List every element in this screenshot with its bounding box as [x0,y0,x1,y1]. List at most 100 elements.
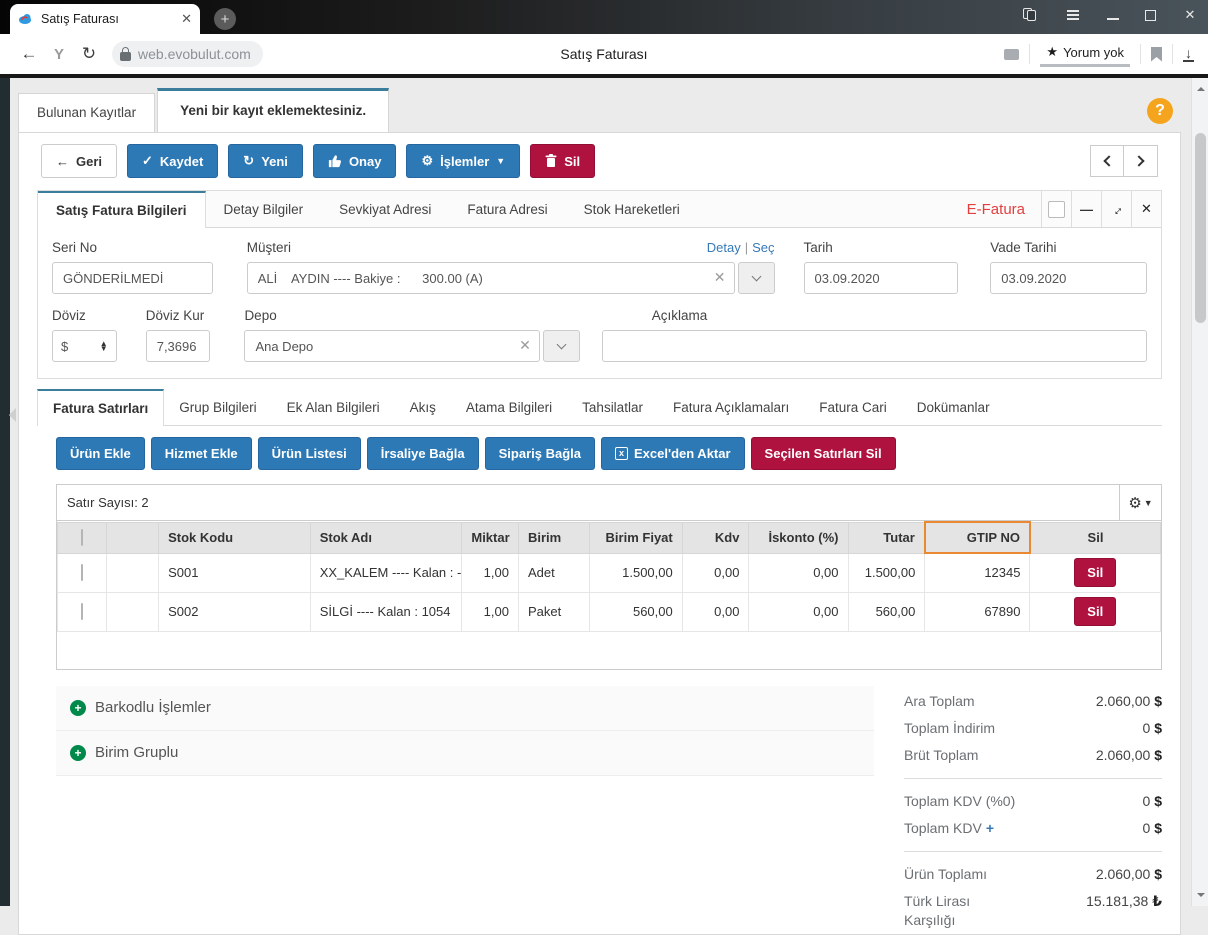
hizmet-ekle-button[interactable]: Hizmet Ekle [151,437,252,470]
cell-miktar[interactable]: 1,00 [462,592,519,631]
close-window-icon[interactable]: ✕ [1182,7,1198,23]
forward-icon[interactable]: Y [44,46,74,63]
panel-close-icon[interactable]: ✕ [1131,191,1161,227]
col-birim: Birim [518,522,589,553]
panel-expand-icon[interactable]: ↔ [1101,191,1131,227]
depo-dropdown-button[interactable] [543,330,580,362]
tab-satis-fatura-bilgileri[interactable]: Satış Fatura Bilgileri [38,191,206,228]
row-delete-button[interactable]: Sil [1074,597,1116,626]
row-checkbox[interactable] [81,564,83,581]
add-kdv-icon[interactable]: + [986,820,994,836]
tab-bulunan-kayitlar[interactable]: Bulunan Kayıtlar [18,93,155,132]
barkodlu-islemler-section[interactable]: + Barkodlu İşlemler [56,686,874,731]
prev-record-button[interactable] [1090,145,1124,177]
tab-stok-hareketleri[interactable]: Stok Hareketleri [566,191,698,227]
depo-input[interactable] [244,330,539,362]
cell-birim[interactable]: Adet [518,553,589,592]
tab-detay-bilgiler[interactable]: Detay Bilgiler [206,191,322,227]
row-checkbox[interactable] [81,603,83,620]
arrow-left-icon: ← [56,154,69,169]
cell-kdv[interactable]: 0,00 [682,592,749,631]
tab-groups-icon[interactable] [1023,7,1039,23]
seri-no-input[interactable] [52,262,213,294]
delete-button[interactable]: Sil [530,144,595,178]
new-button[interactable]: ↻ Yeni [228,144,303,178]
row-delete-button[interactable]: Sil [1074,558,1116,587]
clear-depo-icon[interactable]: ✕ [519,337,531,354]
collapsed-sidebar[interactable] [0,78,10,906]
tab-tahsilatlar[interactable]: Tahsilatlar [567,389,658,425]
scroll-up-icon[interactable] [1197,83,1205,91]
excel-aktar-button[interactable]: x Excel'den Aktar [601,437,745,470]
cell-iskonto[interactable]: 0,00 [749,553,848,592]
total-tl-karsiligi: Türk Lirası Karşılığı 15.181,38 ₺ [904,888,1162,934]
detay-link[interactable]: Detay [707,240,741,255]
browser-tab[interactable]: Satış Faturası ✕ [10,4,200,34]
urun-ekle-button[interactable]: Ürün Ekle [56,437,145,470]
cell-kdv[interactable]: 0,00 [682,553,749,592]
tab-grup-bilgileri[interactable]: Grup Bilgileri [164,389,271,425]
maximize-window-icon[interactable] [1145,10,1156,21]
page-scrollbar[interactable] [1191,78,1208,906]
tab-fatura-aciklamalari[interactable]: Fatura Açıklamaları [658,389,804,425]
irsaliye-bagla-button[interactable]: İrsaliye Bağla [367,437,479,470]
efatura-checkbox[interactable] [1041,191,1071,227]
detail-tabs: Fatura Satırları Grup Bilgileri Ek Alan … [37,389,1162,426]
tab-close-icon[interactable]: ✕ [181,11,192,27]
musteri-input[interactable] [247,262,735,294]
sec-link[interactable]: Seç [752,240,774,255]
back-button[interactable]: ← Geri [41,144,117,178]
sidebar-toggle-icon[interactable] [9,408,16,422]
doviz-select[interactable]: $ ▲▼ [52,330,117,362]
reload-icon[interactable]: ↻ [74,44,104,64]
comments-icon[interactable] [1004,49,1019,60]
cell-gtip-no[interactable]: 12345 [925,553,1030,592]
doviz-kur-input[interactable] [146,330,211,362]
save-button[interactable]: ✓ Kaydet [127,144,218,178]
cell-birim-fiyat[interactable]: 1.500,00 [589,553,682,592]
url-field[interactable]: web.evobulut.com [112,41,263,67]
tab-atama-bilgileri[interactable]: Atama Bilgileri [451,389,567,425]
total-kdv-plus: Toplam KDV+ 0 $ [904,815,1162,842]
musteri-dropdown-button[interactable] [738,262,775,294]
browser-tab-title: Satış Faturası [41,12,174,26]
tab-dokumanlar[interactable]: Dokümanlar [902,389,1005,425]
actions-button[interactable]: ⚙ İşlemler ▼ [406,144,520,178]
birim-gruplu-section[interactable]: + Birim Gruplu [56,731,874,776]
table-header-row: Stok Kodu Stok Adı Miktar Birim Birim Fi… [58,522,1161,553]
scrollbar-thumb[interactable] [1195,133,1206,323]
urun-listesi-button[interactable]: Ürün Listesi [258,437,361,470]
download-icon[interactable]: ↓ [1183,47,1194,62]
select-all-checkbox[interactable] [81,529,83,546]
review-button[interactable]: ★ Yorum yok [1040,41,1130,67]
help-icon[interactable]: ? [1147,98,1173,124]
cell-miktar[interactable]: 1,00 [462,553,519,592]
tarih-input[interactable] [804,262,959,294]
bookmark-icon[interactable] [1151,47,1162,62]
clear-musteri-icon[interactable]: ✕ [714,269,726,286]
minimize-window-icon[interactable] [1107,11,1119,20]
cell-birim[interactable]: Paket [518,592,589,631]
panel-minimize-icon[interactable]: — [1071,191,1101,227]
aciklama-input[interactable] [602,330,1147,362]
tab-fatura-adresi[interactable]: Fatura Adresi [449,191,565,227]
tab-ek-alan-bilgileri[interactable]: Ek Alan Bilgileri [272,389,395,425]
next-record-button[interactable] [1124,145,1158,177]
tab-fatura-cari[interactable]: Fatura Cari [804,389,902,425]
scroll-down-icon[interactable] [1197,893,1205,901]
secilen-satirlari-sil-button[interactable]: Seçilen Satırları Sil [751,437,896,470]
tab-sevkiyat-adresi[interactable]: Sevkiyat Adresi [321,191,449,227]
vade-tarihi-input[interactable] [990,262,1147,294]
approve-button[interactable]: Onay [313,144,397,178]
cell-birim-fiyat[interactable]: 560,00 [589,592,682,631]
cell-gtip-no[interactable]: 67890 [925,592,1030,631]
table-settings-button[interactable]: ⚙▼ [1119,484,1162,521]
new-tab-button[interactable]: + [214,8,236,30]
tab-fatura-satirlari[interactable]: Fatura Satırları [37,389,164,426]
siparis-bagla-button[interactable]: Sipariş Bağla [485,437,595,470]
tab-yeni-kayit[interactable]: Yeni bir kayıt eklemektesiniz. [157,88,389,132]
browser-menu-icon[interactable] [1065,7,1081,23]
tab-akis[interactable]: Akış [395,389,451,425]
cell-iskonto[interactable]: 0,00 [749,592,848,631]
back-icon[interactable]: ← [14,44,44,64]
